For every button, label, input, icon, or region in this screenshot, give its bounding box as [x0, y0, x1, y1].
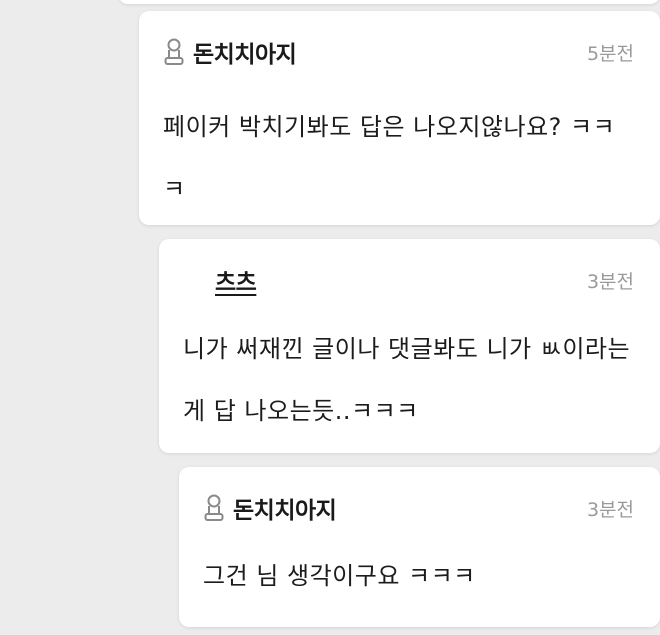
- comment-card: 돈치치아지 5분전 페이커 박치기봐도 답은 나오지않나요? ㅋㅋㅋ: [139, 11, 660, 225]
- comment-header: 돈치치아지 3분전: [203, 491, 634, 525]
- user-badge-icon: [203, 493, 225, 523]
- previous-comment-card: [118, 0, 660, 4]
- comment-header: 돈치치아지 5분전: [163, 35, 634, 69]
- comment-header: 츠츠 3분전: [183, 263, 634, 297]
- comment-time: 3분전: [586, 498, 634, 521]
- comment-author[interactable]: 돈치치아지: [193, 35, 297, 69]
- comment-author[interactable]: 돈치치아지: [233, 491, 337, 525]
- comment-reply-card: 츠츠 3분전 니가 써재낀 글이나 댓글봐도 니가 ㅄ이라는게 답 나오는듯..…: [159, 239, 660, 453]
- comment-text: 페이커 박치기봐도 답은 나오지않나요? ㅋㅋㅋ: [163, 113, 616, 203]
- comment-time: 5분전: [586, 42, 634, 65]
- comment-text: 니가 써재낀 글이나 댓글봐도 니가 ㅄ이라는게 답 나오는듯..ㅋㅋㅋ: [183, 335, 631, 425]
- comment-author[interactable]: 츠츠: [215, 263, 257, 297]
- comment-time: 3분전: [586, 270, 634, 293]
- user-badge-icon: [163, 37, 185, 67]
- comment-reply-card: 돈치치아지 3분전 그건 님 생각이구요 ㅋㅋㅋ: [179, 467, 660, 627]
- comment-text: 그건 님 생각이구요 ㅋㅋㅋ: [203, 562, 476, 590]
